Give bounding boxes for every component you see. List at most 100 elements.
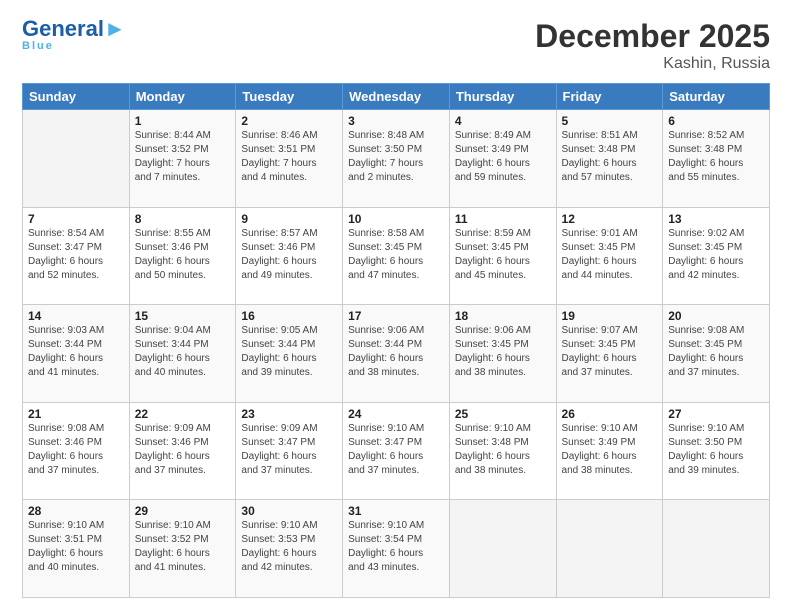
col-wednesday: Wednesday [343, 84, 450, 110]
day-number: 19 [562, 309, 658, 323]
day-info: Sunrise: 9:09 AM Sunset: 3:47 PM Dayligh… [241, 422, 337, 478]
header-row: Sunday Monday Tuesday Wednesday Thursday… [23, 84, 770, 110]
day-cell: 18Sunrise: 9:06 AM Sunset: 3:45 PM Dayli… [449, 305, 556, 403]
day-cell: 6Sunrise: 8:52 AM Sunset: 3:48 PM Daylig… [663, 110, 770, 208]
day-info: Sunrise: 8:48 AM Sunset: 3:50 PM Dayligh… [348, 129, 444, 185]
header: General► Blue December 2025 Kashin, Russ… [22, 18, 770, 73]
day-number: 10 [348, 212, 444, 226]
calendar-subtitle: Kashin, Russia [535, 55, 770, 73]
day-info: Sunrise: 9:02 AM Sunset: 3:45 PM Dayligh… [668, 227, 764, 283]
logo-sub: Blue [22, 40, 54, 52]
logo: General► Blue [22, 18, 126, 52]
day-number: 26 [562, 407, 658, 421]
day-info: Sunrise: 9:10 AM Sunset: 3:53 PM Dayligh… [241, 519, 337, 575]
day-info: Sunrise: 9:10 AM Sunset: 3:49 PM Dayligh… [562, 422, 658, 478]
day-info: Sunrise: 9:04 AM Sunset: 3:44 PM Dayligh… [135, 324, 231, 380]
week-row-1: 1Sunrise: 8:44 AM Sunset: 3:52 PM Daylig… [23, 110, 770, 208]
day-cell: 31Sunrise: 9:10 AM Sunset: 3:54 PM Dayli… [343, 500, 450, 598]
day-info: Sunrise: 9:03 AM Sunset: 3:44 PM Dayligh… [28, 324, 124, 380]
day-cell [556, 500, 663, 598]
day-info: Sunrise: 8:59 AM Sunset: 3:45 PM Dayligh… [455, 227, 551, 283]
title-area: December 2025 Kashin, Russia [535, 18, 770, 73]
day-info: Sunrise: 8:58 AM Sunset: 3:45 PM Dayligh… [348, 227, 444, 283]
day-cell: 30Sunrise: 9:10 AM Sunset: 3:53 PM Dayli… [236, 500, 343, 598]
col-saturday: Saturday [663, 84, 770, 110]
logo-main: General► [22, 18, 126, 40]
day-cell: 22Sunrise: 9:09 AM Sunset: 3:46 PM Dayli… [129, 402, 236, 500]
day-info: Sunrise: 9:08 AM Sunset: 3:45 PM Dayligh… [668, 324, 764, 380]
day-cell: 15Sunrise: 9:04 AM Sunset: 3:44 PM Dayli… [129, 305, 236, 403]
day-number: 23 [241, 407, 337, 421]
day-cell: 25Sunrise: 9:10 AM Sunset: 3:48 PM Dayli… [449, 402, 556, 500]
day-info: Sunrise: 8:46 AM Sunset: 3:51 PM Dayligh… [241, 129, 337, 185]
day-number: 29 [135, 504, 231, 518]
day-cell: 26Sunrise: 9:10 AM Sunset: 3:49 PM Dayli… [556, 402, 663, 500]
day-info: Sunrise: 9:07 AM Sunset: 3:45 PM Dayligh… [562, 324, 658, 380]
day-info: Sunrise: 9:10 AM Sunset: 3:51 PM Dayligh… [28, 519, 124, 575]
day-number: 1 [135, 114, 231, 128]
day-number: 28 [28, 504, 124, 518]
day-info: Sunrise: 9:10 AM Sunset: 3:48 PM Dayligh… [455, 422, 551, 478]
day-cell: 28Sunrise: 9:10 AM Sunset: 3:51 PM Dayli… [23, 500, 130, 598]
calendar-table: Sunday Monday Tuesday Wednesday Thursday… [22, 83, 770, 598]
day-cell: 23Sunrise: 9:09 AM Sunset: 3:47 PM Dayli… [236, 402, 343, 500]
day-info: Sunrise: 9:10 AM Sunset: 3:50 PM Dayligh… [668, 422, 764, 478]
col-tuesday: Tuesday [236, 84, 343, 110]
day-cell: 19Sunrise: 9:07 AM Sunset: 3:45 PM Dayli… [556, 305, 663, 403]
day-cell: 8Sunrise: 8:55 AM Sunset: 3:46 PM Daylig… [129, 207, 236, 305]
day-number: 9 [241, 212, 337, 226]
day-cell: 14Sunrise: 9:03 AM Sunset: 3:44 PM Dayli… [23, 305, 130, 403]
week-row-2: 7Sunrise: 8:54 AM Sunset: 3:47 PM Daylig… [23, 207, 770, 305]
col-thursday: Thursday [449, 84, 556, 110]
day-number: 25 [455, 407, 551, 421]
day-info: Sunrise: 8:52 AM Sunset: 3:48 PM Dayligh… [668, 129, 764, 185]
day-number: 13 [668, 212, 764, 226]
day-number: 22 [135, 407, 231, 421]
day-info: Sunrise: 8:51 AM Sunset: 3:48 PM Dayligh… [562, 129, 658, 185]
day-number: 11 [455, 212, 551, 226]
day-number: 21 [28, 407, 124, 421]
day-number: 2 [241, 114, 337, 128]
col-friday: Friday [556, 84, 663, 110]
day-cell: 11Sunrise: 8:59 AM Sunset: 3:45 PM Dayli… [449, 207, 556, 305]
day-info: Sunrise: 8:54 AM Sunset: 3:47 PM Dayligh… [28, 227, 124, 283]
day-cell [23, 110, 130, 208]
day-info: Sunrise: 9:10 AM Sunset: 3:54 PM Dayligh… [348, 519, 444, 575]
logo-accent: ► [104, 16, 126, 41]
day-info: Sunrise: 9:06 AM Sunset: 3:44 PM Dayligh… [348, 324, 444, 380]
day-info: Sunrise: 9:09 AM Sunset: 3:46 PM Dayligh… [135, 422, 231, 478]
day-number: 14 [28, 309, 124, 323]
day-cell: 29Sunrise: 9:10 AM Sunset: 3:52 PM Dayli… [129, 500, 236, 598]
day-cell: 24Sunrise: 9:10 AM Sunset: 3:47 PM Dayli… [343, 402, 450, 500]
day-cell: 1Sunrise: 8:44 AM Sunset: 3:52 PM Daylig… [129, 110, 236, 208]
day-number: 4 [455, 114, 551, 128]
day-cell: 12Sunrise: 9:01 AM Sunset: 3:45 PM Dayli… [556, 207, 663, 305]
day-cell: 5Sunrise: 8:51 AM Sunset: 3:48 PM Daylig… [556, 110, 663, 208]
day-info: Sunrise: 8:49 AM Sunset: 3:49 PM Dayligh… [455, 129, 551, 185]
page: General► Blue December 2025 Kashin, Russ… [0, 0, 792, 612]
day-cell: 27Sunrise: 9:10 AM Sunset: 3:50 PM Dayli… [663, 402, 770, 500]
day-info: Sunrise: 8:55 AM Sunset: 3:46 PM Dayligh… [135, 227, 231, 283]
day-cell [663, 500, 770, 598]
day-number: 27 [668, 407, 764, 421]
col-sunday: Sunday [23, 84, 130, 110]
day-cell: 4Sunrise: 8:49 AM Sunset: 3:49 PM Daylig… [449, 110, 556, 208]
day-info: Sunrise: 8:57 AM Sunset: 3:46 PM Dayligh… [241, 227, 337, 283]
day-number: 7 [28, 212, 124, 226]
day-info: Sunrise: 9:08 AM Sunset: 3:46 PM Dayligh… [28, 422, 124, 478]
week-row-4: 21Sunrise: 9:08 AM Sunset: 3:46 PM Dayli… [23, 402, 770, 500]
day-info: Sunrise: 9:10 AM Sunset: 3:52 PM Dayligh… [135, 519, 231, 575]
day-cell: 20Sunrise: 9:08 AM Sunset: 3:45 PM Dayli… [663, 305, 770, 403]
day-cell [449, 500, 556, 598]
day-number: 12 [562, 212, 658, 226]
day-info: Sunrise: 9:01 AM Sunset: 3:45 PM Dayligh… [562, 227, 658, 283]
day-number: 17 [348, 309, 444, 323]
day-cell: 7Sunrise: 8:54 AM Sunset: 3:47 PM Daylig… [23, 207, 130, 305]
day-cell: 13Sunrise: 9:02 AM Sunset: 3:45 PM Dayli… [663, 207, 770, 305]
day-info: Sunrise: 9:05 AM Sunset: 3:44 PM Dayligh… [241, 324, 337, 380]
calendar-title: December 2025 [535, 18, 770, 55]
day-cell: 10Sunrise: 8:58 AM Sunset: 3:45 PM Dayli… [343, 207, 450, 305]
day-info: Sunrise: 8:44 AM Sunset: 3:52 PM Dayligh… [135, 129, 231, 185]
day-cell: 16Sunrise: 9:05 AM Sunset: 3:44 PM Dayli… [236, 305, 343, 403]
col-monday: Monday [129, 84, 236, 110]
